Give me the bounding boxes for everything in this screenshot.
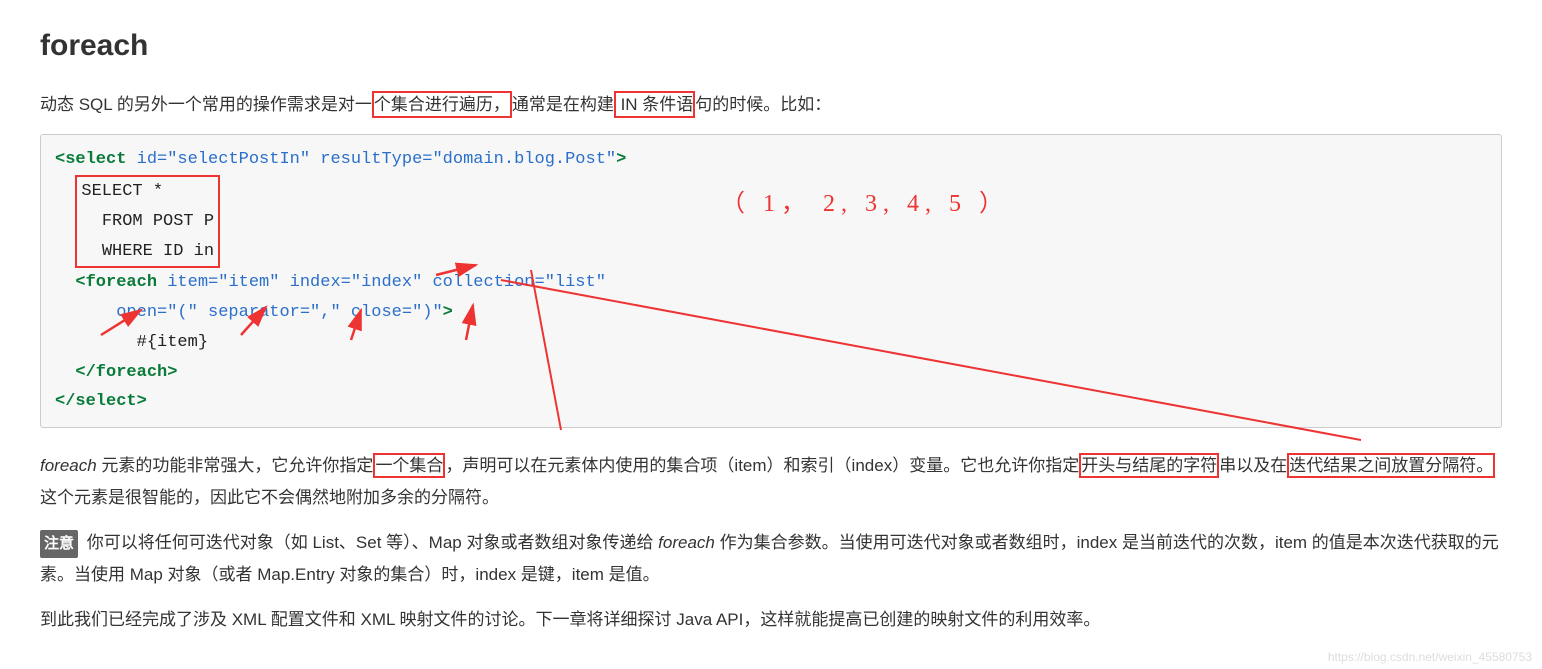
note-badge: 注意: [40, 530, 78, 558]
intro-paragraph: 动态 SQL 的另外一个常用的操作需求是对一个集合进行遍历，通常是在构建 IN …: [40, 89, 1502, 120]
para2-text-2b: 串以及在: [1219, 456, 1287, 475]
code-block: <select id="selectPostIn" resultType="do…: [40, 134, 1502, 428]
code-tag-foreach-end: </foreach>: [75, 363, 177, 382]
code-sql-1: SELECT *: [81, 182, 163, 201]
para2-text-2: ，声明可以在元素体内使用的集合项（item）和索引（index）变量。它也允许你…: [445, 456, 1079, 475]
paragraph-4: 到此我们已经完成了涉及 XML 配置文件和 XML 映射文件的讨论。下一章将详细…: [40, 604, 1502, 635]
code-foreach-body: #{item}: [137, 333, 208, 352]
paragraph-2: foreach 元素的功能非常强大，它允许你指定一个集合，声明可以在元素体内使用…: [40, 450, 1502, 513]
code-tag-select-end: </select>: [55, 392, 147, 411]
section-heading: foreach: [40, 20, 1502, 71]
intro-text-post: 句的时候。比如：: [695, 95, 831, 114]
intro-highlight-1: 个集合进行遍历，: [372, 91, 512, 118]
intro-highlight-2: IN 条件语: [614, 91, 695, 118]
intro-text-mid: 通常是在构建: [512, 95, 614, 114]
code-sql-2: FROM POST P: [102, 212, 214, 231]
code-foreach-attrs-1: item="item" index="index" collection="li…: [157, 273, 606, 292]
para2-text-3: 这个元素是很智能的，因此它不会偶然地附加多余的分隔符。: [40, 488, 499, 507]
intro-text-pre: 动态 SQL 的另外一个常用的操作需求是对一: [40, 95, 372, 114]
watermark: https://blog.csdn.net/weixin_45580753: [1328, 647, 1532, 667]
para3-text-a: 你可以将任何可迭代对象（如 List、Set 等）、Map 对象或者数组对象传递…: [82, 533, 658, 552]
para2-text-1: 元素的功能非常强大，它允许你指定: [97, 456, 374, 475]
sql-box: SELECT * FROM POST P WHERE ID in: [75, 175, 220, 268]
para2-highlight-3: 迭代结果之间放置分隔符。: [1287, 453, 1495, 478]
code-tag-foreach-open: <foreach: [75, 273, 157, 292]
code-tag-select-open: <select: [55, 150, 126, 169]
code-tag-close-2: >: [443, 303, 453, 322]
code-foreach-attrs-2: open="(" separator="," close=")": [116, 303, 442, 322]
para3-italic: foreach: [658, 533, 715, 552]
paragraph-3: 注意 你可以将任何可迭代对象（如 List、Set 等）、Map 对象或者数组对…: [40, 527, 1502, 590]
code-select-attrs: id="selectPostIn" resultType="domain.blo…: [126, 150, 616, 169]
annotation-numbers: （ 1， 2, 3, 4, 5 ）: [721, 183, 1009, 225]
code-sql-3: WHERE ID in: [102, 242, 214, 261]
para2-highlight-2: 开头与结尾的字符: [1079, 453, 1219, 478]
para2-highlight-1: 一个集合: [373, 453, 445, 478]
foreach-italic: foreach: [40, 456, 97, 475]
code-tag-close: >: [616, 150, 626, 169]
